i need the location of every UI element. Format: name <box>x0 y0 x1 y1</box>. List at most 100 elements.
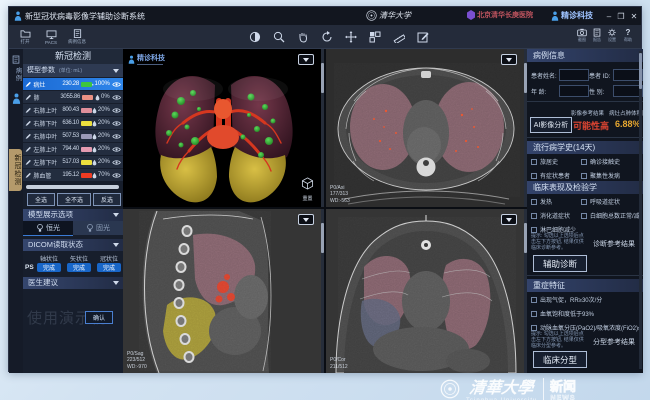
pacs-button[interactable]: PACS <box>39 26 63 48</box>
color-swatch[interactable] <box>82 95 93 100</box>
move-icon[interactable] <box>345 31 357 43</box>
color-swatch[interactable] <box>81 121 92 126</box>
viewport-sagittal-menu-button[interactable] <box>298 214 314 225</box>
ai-analysis-button[interactable]: AI影像分析 <box>530 117 572 133</box>
invert-select-button[interactable]: 反选 <box>93 193 121 206</box>
layout-icon[interactable] <box>369 31 381 43</box>
color-swatch[interactable] <box>81 108 92 113</box>
clinical-typing-button[interactable]: 临床分型 <box>533 351 587 368</box>
rail-tab-covid-detection[interactable]: 新冠检测 <box>9 149 22 191</box>
report-button[interactable]: 报告 <box>590 28 604 43</box>
probability-value: 可能性高 <box>573 119 609 132</box>
minimize-button[interactable]: – <box>603 9 615 23</box>
color-swatch[interactable] <box>81 134 92 139</box>
model-params-header[interactable]: 模型参数 (单位: mL) <box>23 64 123 77</box>
viewport-3d-scrollbar[interactable] <box>321 49 324 207</box>
checkbox <box>531 173 537 179</box>
checkbox-fever[interactable]: 发热 <box>531 197 581 206</box>
checkbox-digestive[interactable]: 消化道症状 <box>531 211 581 220</box>
zoom-icon[interactable] <box>273 31 285 43</box>
eye-icon[interactable] <box>112 81 121 88</box>
checkbox-cluster[interactable]: 聚集性发病 <box>581 171 639 180</box>
viewport-coronal[interactable]: P0/Cor211/512 <box>326 209 527 373</box>
age-input[interactable] <box>559 85 589 97</box>
eye-icon[interactable] <box>112 133 121 140</box>
eye-icon[interactable] <box>112 146 121 153</box>
rotate-icon[interactable] <box>321 31 333 43</box>
scroll-thumb[interactable] <box>639 53 642 89</box>
eye-icon[interactable] <box>112 159 121 166</box>
reset-view-button[interactable]: 重置 <box>301 177 314 202</box>
viewport-sagittal-scrollbar[interactable] <box>321 209 324 373</box>
screenshot-button[interactable]: 截图 <box>575 28 589 43</box>
company-logo: 精诊科技 <box>551 10 593 21</box>
viewport-axial-menu-button[interactable] <box>501 54 517 65</box>
settings-button[interactable]: 设置 <box>605 28 619 43</box>
checkbox-respiratory[interactable]: 呼吸道症状 <box>581 197 639 206</box>
color-swatch[interactable] <box>81 82 92 87</box>
tsinghua-seal-watermark-icon <box>440 379 460 399</box>
viewport-axial[interactable]: P0/Axi177/313WD:-563 <box>326 49 527 207</box>
aux-diagnosis-button[interactable]: 辅助诊断 <box>533 255 587 272</box>
color-swatch[interactable] <box>81 147 92 152</box>
checkbox-wbc[interactable]: 白细胞总数正常/减少 <box>581 211 639 220</box>
select-none-button[interactable]: 全不选 <box>57 193 91 206</box>
gear-icon <box>607 28 617 37</box>
right-panel-scrollbar[interactable] <box>639 51 642 369</box>
viewport-coronal-menu-button[interactable] <box>501 214 517 225</box>
confirm-button[interactable]: 确认 <box>85 311 113 324</box>
edit-icon[interactable] <box>417 31 429 43</box>
dicom-status-header[interactable]: DICOM读取状态 <box>23 239 123 251</box>
pen-icon <box>25 133 31 140</box>
measure-icon[interactable] <box>393 31 405 43</box>
layer-row-lesion[interactable]: 病灶230.28 100% <box>23 78 123 90</box>
case-info-button[interactable]: 病例信息 <box>65 26 89 48</box>
light-tab-constant[interactable]: 恒光 <box>23 221 73 236</box>
layer-row-lung[interactable]: 肺3055.86 0% <box>23 91 123 103</box>
doctor-advice-header[interactable]: 医生建议 <box>23 277 123 289</box>
color-swatch[interactable] <box>81 160 92 165</box>
case-tab-icon[interactable] <box>11 55 21 64</box>
checkbox-contact[interactable]: 确诊接触史 <box>581 157 639 166</box>
screen: 新型冠状病毒影像学辅助诊断系统 清华大学 北京清华长庚医院 精诊科技 – ❐ ✕… <box>0 0 650 400</box>
layer-row-vessels[interactable]: 肺血管195.12 70% <box>23 169 123 181</box>
layer-row-lul[interactable]: 左肺上叶794.40 20% <box>23 143 123 155</box>
eye-icon[interactable] <box>112 172 121 179</box>
pan-icon[interactable] <box>297 31 309 43</box>
chevron-down-icon <box>303 218 309 222</box>
viewport-3d-menu-button[interactable] <box>298 54 314 65</box>
layer-list-scrollbar[interactable] <box>26 185 119 189</box>
rail-person-icon[interactable] <box>12 93 21 104</box>
dicom-sagittal-status: 完成 <box>67 263 91 272</box>
layer-row-rll[interactable]: 右肺下叶636.10 20% <box>23 117 123 129</box>
checkbox-travel[interactable]: 旅居史 <box>531 157 581 166</box>
open-button[interactable]: 打开 <box>13 26 37 48</box>
layer-row-rul[interactable]: 右肺上叶800.43 20% <box>23 104 123 116</box>
color-swatch[interactable] <box>81 173 92 178</box>
layer-row-lll[interactable]: 左肺下叶517.03 20% <box>23 156 123 168</box>
close-button[interactable]: ✕ <box>628 9 640 23</box>
eye-icon[interactable] <box>112 94 121 101</box>
checkbox-spo2[interactable]: 血氧饱和度低于93% <box>531 309 641 318</box>
contrast-icon[interactable] <box>249 31 261 43</box>
eye-icon[interactable] <box>112 107 121 114</box>
scroll-thumb[interactable] <box>321 223 324 253</box>
display-options-header[interactable]: 模型展示选项 <box>23 209 123 221</box>
layer-row-rml[interactable]: 右肺中叶507.53 20% <box>23 130 123 142</box>
select-all-button[interactable]: 全选 <box>27 193 55 206</box>
viewport-sagittal[interactable]: P0/Sag223/512WD:-970 <box>123 209 324 373</box>
help-button[interactable]: ? 帮助 <box>621 28 635 43</box>
case-tab-label[interactable]: 病例 <box>12 67 22 82</box>
maximize-button[interactable]: ❐ <box>615 9 627 23</box>
eye-icon[interactable] <box>112 120 121 127</box>
viewport-3d[interactable]: 精诊科技 重置 <box>123 49 324 207</box>
cube-icon <box>301 177 314 190</box>
light-tab-fixed[interactable]: 固光 <box>73 221 123 235</box>
left-rail: 病例 新冠检测 <box>9 49 23 373</box>
checkbox-shortness-breath[interactable]: 出现气促，RR≥30次/分 <box>531 295 641 304</box>
report-icon <box>592 28 602 37</box>
patient-name-input[interactable] <box>559 69 589 81</box>
checkbox-symptomatic[interactable]: 有症状患者 <box>531 171 581 180</box>
scroll-thumb[interactable] <box>321 63 324 93</box>
typing-note: 提示: 勾选以上选项后点击左下方按钮, 结果仅供临床分型参考。 <box>531 331 587 349</box>
